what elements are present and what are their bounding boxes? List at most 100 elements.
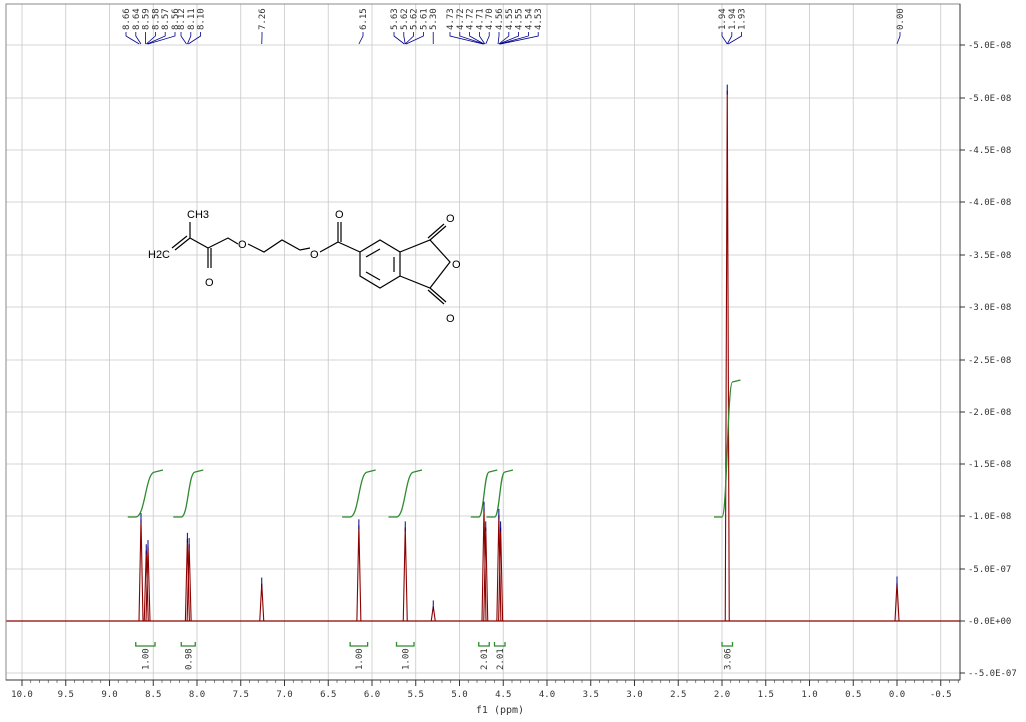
tick-label-x: 2.0: [714, 690, 730, 700]
peak-label-leader: [727, 32, 742, 45]
atom-o-carbonyl-2: O: [335, 209, 344, 221]
tick-label-x: 7.5: [233, 690, 249, 700]
peak-label: 4.54: [524, 8, 534, 30]
atom-o-anhydride-bottom: O: [446, 313, 455, 325]
tick-label-y: -0.0E+00: [968, 617, 1011, 627]
tick-label-y: -5.0E-07: [968, 565, 1011, 575]
integral-curve: [127, 469, 164, 518]
chemical-structure: CH3 H2C O O O O O O O: [148, 209, 461, 325]
peak: [402, 527, 408, 622]
tick-label-x: 2.5: [670, 690, 686, 700]
spectrum-svg: 8.66 8.64 8.59 8.58 8.57 8.568.12 8.11 8.10 7.26…: [5, 3, 1017, 700]
peak: [259, 583, 265, 622]
tick-label-x: 5.5: [408, 690, 424, 700]
peak-label: 8.59: [142, 8, 152, 30]
methacrylate-bonds: [171, 222, 239, 268]
peak-label-leader: [497, 32, 500, 45]
peak: [138, 519, 144, 622]
integral-bracket: [478, 642, 490, 647]
peak: [356, 525, 362, 622]
peak-label-leader: [393, 32, 405, 45]
x-axis-label: f1 (ppm): [475, 705, 525, 716]
tick-label-x: 10.0: [11, 690, 33, 700]
peak-label: 5.30: [429, 8, 439, 30]
integral-curve: [388, 469, 423, 518]
peak-label: 1.94: [728, 8, 738, 30]
peak-label: 0.00: [896, 8, 906, 30]
peak-label: 4.72: [466, 8, 476, 30]
peak-label-leader: [358, 32, 364, 45]
tick-label-x: 0.0: [889, 690, 905, 700]
tick-label-y: -1.5E-08: [968, 460, 1011, 470]
peak-label: 4.71: [475, 8, 485, 30]
tick-label-x: 3.5: [583, 690, 599, 700]
benzene-ring: [359, 239, 401, 289]
integral-curve: [486, 469, 514, 518]
axes: 10.0 9.5 9.0 8.5 8.0 7.5 7.0 6.5 6.0 5.5 5.0 4.5 4.0…: [5, 3, 1017, 700]
integral-curve: [342, 469, 376, 518]
tick-label-y: -5.0E-08: [968, 41, 1011, 51]
peak-label: 8.57: [161, 8, 171, 30]
integral-value: 1.00: [401, 648, 411, 670]
peak-label: 8.58: [151, 8, 161, 30]
tick-label-x: 6.5: [320, 690, 336, 700]
integral-value: 1.00: [355, 648, 365, 670]
atom-o-anhydride-top: O: [446, 213, 455, 225]
peak-label-leader: [485, 32, 490, 45]
peak-label: 8.66: [122, 8, 132, 30]
peak-label: 4.73: [446, 8, 456, 30]
integral-bracket: [721, 642, 734, 647]
peak-label: 8.64: [132, 8, 142, 30]
peak: [724, 90, 730, 622]
peak-label: 8.10: [197, 8, 207, 30]
peak-labels: 8.66 8.64 8.59 8.58 8.57 8.568.12 8.11 8.10 7.26…: [122, 8, 906, 45]
atom-o-ester-2: O: [310, 249, 319, 261]
atom-h2c: H2C: [148, 249, 170, 261]
tick-label-x: 3.0: [626, 690, 642, 700]
integral-bracket: [180, 642, 196, 647]
atom-ch3: CH3: [187, 209, 209, 221]
integral-curves: 1.00 0.98 1.00 1.00 2.01 2.01 3.06: [127, 379, 741, 670]
anhydride-bonds: [399, 223, 451, 305]
integral-value: 2.01: [496, 648, 506, 670]
integral-bracket: [395, 642, 415, 647]
spectrum-trace: [6, 84, 960, 622]
peak-label: 4.56: [495, 8, 505, 30]
peak-label: 4.70: [485, 8, 495, 30]
tick-label-x: 9.0: [101, 690, 117, 700]
integral-value: 3.06: [723, 648, 733, 670]
ester-bonds: [319, 222, 361, 253]
tick-label-y: -2.0E-08: [968, 408, 1011, 418]
integral-value: 2.01: [480, 648, 490, 670]
nmr-spectrum-plot: 8.66 8.64 8.59 8.58 8.57 8.56 8.12 8.11 8.10 7.26…: [0, 0, 1026, 722]
integral-value: 1.00: [141, 648, 151, 670]
tick-label-x: 8.5: [145, 690, 161, 700]
peak-label-leader: [721, 32, 728, 45]
tick-label-x: 1.5: [758, 690, 774, 700]
peak-label-leader: [187, 32, 192, 45]
peak-label: 5.63: [390, 8, 400, 30]
peak-label: 4.72: [456, 8, 466, 30]
tick-label-y: -3.0E-08: [968, 303, 1011, 313]
peak-label: 5.61: [419, 8, 429, 30]
tick-label-x: 1.0: [801, 690, 817, 700]
tick-label-x: 6.0: [364, 690, 380, 700]
peak-label-leader: [180, 32, 187, 45]
peak-label: 4.53: [534, 8, 544, 30]
tick-label-x: 7.0: [276, 690, 292, 700]
tick-label-y: -3.5E-08: [968, 251, 1011, 261]
tick-label-x: -0.5: [930, 690, 952, 700]
peak-label-leader: [896, 32, 901, 45]
atom-o-ester-1: O: [238, 239, 247, 251]
peak-label: 5.62: [400, 8, 410, 30]
tick-label-x: 9.5: [58, 690, 74, 700]
peak-label: 1.94: [718, 8, 728, 30]
tick-label-x: 8.0: [189, 690, 205, 700]
peak-label-leader: [146, 32, 166, 45]
peak-label: 4.55: [505, 8, 515, 30]
atom-o-carbonyl-1: O: [205, 277, 214, 289]
tick-label-y: -4.0E-08: [968, 198, 1011, 208]
tick-label-x: 4.0: [539, 690, 555, 700]
integral-value: 0.98: [184, 648, 194, 670]
peak-label: 1.93: [738, 8, 748, 30]
